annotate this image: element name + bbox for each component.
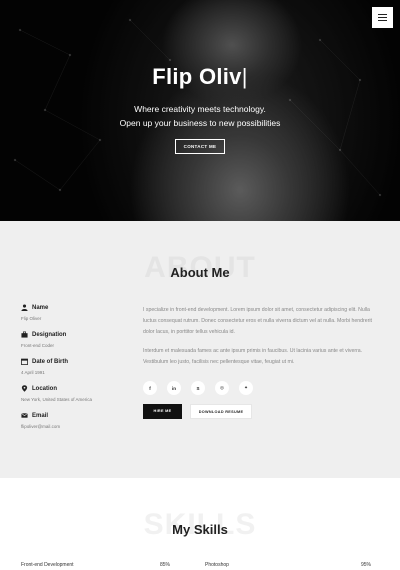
info-label: Location [32,385,57,392]
briefcase-icon [21,331,28,338]
calendar-icon [21,358,28,365]
about-title: About Me [170,265,230,280]
skill-percent: 95% [361,562,372,568]
bio-paragraph-2: Interdum et malesuada fames ac ante ipsu… [143,348,363,365]
about-section: ABOUT About Me Name Flip Oliver Designat… [0,221,400,478]
info-designation: Designation Front-end Coder [21,331,67,349]
dribbble-icon[interactable]: ◎ [215,381,229,395]
bio-paragraph-1: I specialize in front-end development. L… [143,307,372,335]
info-label: Email [32,412,49,419]
skill-name: Photoshop [205,562,229,568]
user-icon [21,304,28,311]
contact-me-button[interactable]: CONTACT ME [175,139,225,154]
hero-section: Flip Oliv| Where creativity meets techno… [0,0,400,221]
hero-tagline-1: Where creativity meets technology. [134,104,266,114]
facebook-icon[interactable]: f [143,381,157,395]
info-label: Date of Birth [32,358,68,365]
info-value: Front-end Coder [21,343,55,348]
info-label: Designation [32,331,67,338]
download-resume-button[interactable]: DOWNLOAD RESUME [190,404,252,419]
hire-me-button[interactable]: HIRE ME [143,404,182,419]
info-value: New York, United States of America [21,397,93,402]
info-value: Flip Oliver [21,316,42,321]
info-label: Name [32,304,49,311]
info-name: Name Flip Oliver [21,304,48,321]
skills-section: SKILLS My Skills Front-end Development 8… [0,478,400,570]
info-value: 4 April 1991 [21,370,45,375]
location-pin-icon [21,385,28,392]
skill-percent: 85% [160,562,171,568]
info-email: Email flipoliver@mail.com [21,412,61,430]
skill-name: Front-end Development [21,562,74,568]
skills-title: My Skills [172,522,228,537]
skype-icon[interactable]: S [191,381,205,395]
hero-title-text: Flip Oliv [152,64,242,89]
envelope-icon [21,413,28,418]
info-dob: Date of Birth 4 April 1991 [21,358,68,376]
hero-title: Flip Oliv| [0,64,400,90]
typing-cursor: | [241,64,248,89]
social-links: f in S ◎ ✦ [143,381,253,395]
twitter-icon[interactable]: ✦ [239,381,253,395]
hamburger-menu-icon[interactable] [372,7,393,28]
linkedin-icon[interactable]: in [167,381,181,395]
hero-tagline-2: Open up your business to new possibiliti… [119,118,281,128]
info-value: flipoliver@mail.com [21,424,61,429]
info-location: Location New York, United States of Amer… [21,385,92,402]
